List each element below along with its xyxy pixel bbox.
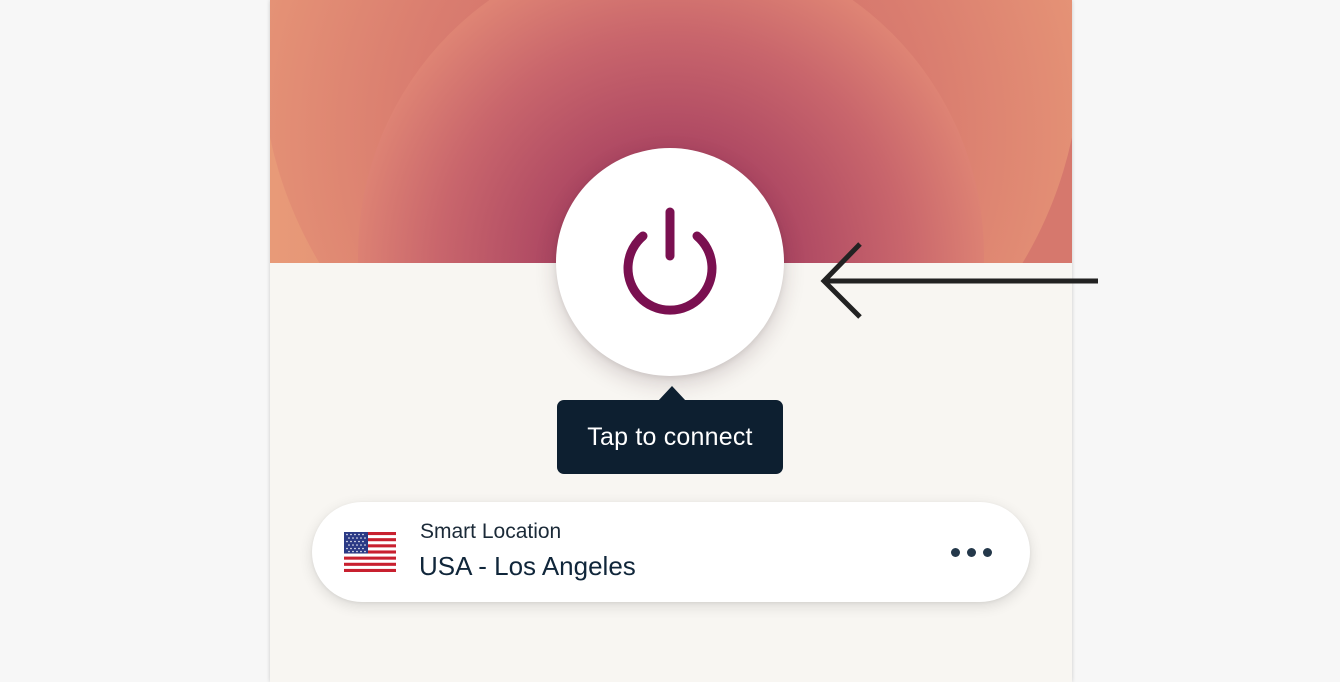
power-icon	[623, 207, 717, 315]
location-type-label: Smart Location	[420, 520, 562, 543]
us-flag-icon	[344, 532, 396, 572]
power-button[interactable]	[556, 148, 784, 376]
more-options-button[interactable]	[944, 536, 998, 568]
tooltip-caret	[658, 386, 686, 401]
app-window: Tap to connect Smart Location USA - Los …	[270, 0, 1072, 682]
location-selector[interactable]: Smart Location USA - Los Angeles	[312, 502, 1030, 602]
more-dots-icon	[966, 547, 976, 557]
more-dots-icon	[950, 547, 960, 557]
tap-to-connect-tooltip: Tap to connect	[557, 400, 783, 474]
more-dots-icon	[982, 547, 992, 557]
arrow-left-icon	[820, 242, 1098, 319]
tooltip-text: Tap to connect	[587, 422, 753, 451]
location-name: USA - Los Angeles	[419, 551, 636, 581]
